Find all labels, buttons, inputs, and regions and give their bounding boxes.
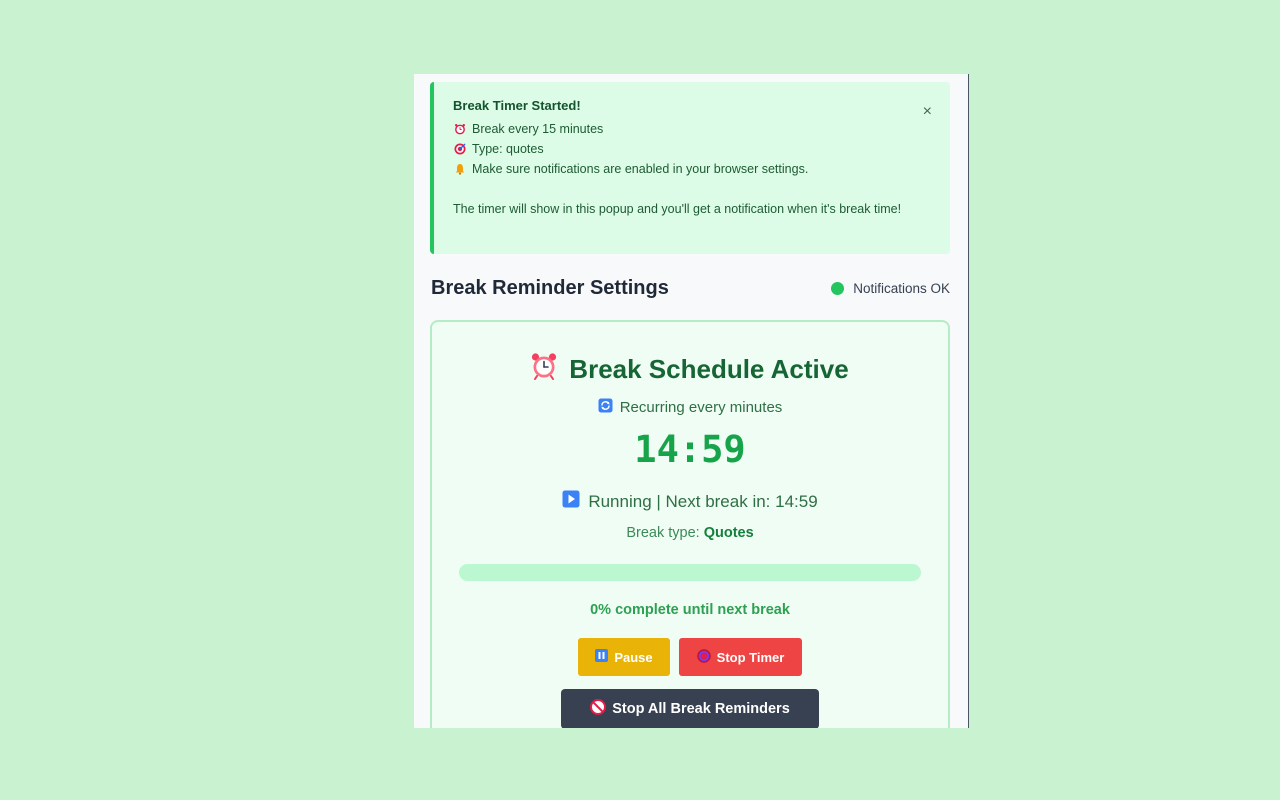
pause-label: Pause <box>614 649 653 665</box>
pause-icon <box>595 649 609 665</box>
schedule-title-text: Break Schedule Active <box>569 354 849 384</box>
extension-popup: Break Timer Started! Break every 15 minu… <box>414 74 969 728</box>
break-type-value: Quotes <box>703 525 754 541</box>
timer-controls: Pause Stop Timer <box>432 638 948 676</box>
close-icon[interactable]: × <box>923 104 932 120</box>
notification-status-text: Notifications OK <box>853 280 950 296</box>
recurring-text: Recurring every minutes <box>619 399 783 416</box>
alert-line-interval: Break every 15 minutes <box>453 119 930 139</box>
pause-button[interactable]: Pause <box>578 638 670 676</box>
alert-note: The timer will show in this popup and yo… <box>453 202 902 216</box>
alert-line-text: Type: quotes <box>472 142 544 156</box>
stop-all-label: Stop All Break Reminders <box>612 701 790 717</box>
stop-circle-icon <box>696 648 711 666</box>
alert-line-type: Type: quotes <box>453 139 930 159</box>
settings-header: Break Reminder Settings Notifications OK <box>431 276 950 300</box>
status-dot-icon <box>831 281 845 295</box>
bell-icon <box>453 163 466 176</box>
alert-line-text: Break every 15 minutes <box>472 122 604 136</box>
alarm-clock-icon <box>453 123 466 136</box>
timer-status-text: Running | Next break in: 14:59 <box>588 491 818 511</box>
stop-timer-button[interactable]: Stop Timer <box>679 638 802 676</box>
break-type: Break type: Quotes <box>432 525 948 541</box>
notification-status: Notifications OK <box>831 281 950 296</box>
stop-timer-label: Stop Timer <box>716 649 785 665</box>
alert-line-notifications: Make sure notifications are enabled in y… <box>453 159 930 179</box>
page-title: Break Reminder Settings <box>431 276 669 299</box>
progress-text: 0% complete until next break <box>590 602 790 618</box>
repeat-icon <box>598 398 613 417</box>
timer-started-alert: Break Timer Started! Break every 15 minu… <box>430 82 950 254</box>
recurring-info: Recurring every minutes <box>432 398 948 417</box>
timer-status: Running | Next break in: 14:59 <box>432 490 948 513</box>
countdown-display: 14:59 <box>634 428 746 471</box>
schedule-title: Break Schedule Active <box>432 352 948 387</box>
target-icon <box>453 143 466 156</box>
prohibited-icon <box>590 699 607 719</box>
break-type-label: Break type: <box>626 525 700 541</box>
stop-all-reminders-button[interactable]: Stop All Break Reminders <box>561 689 819 728</box>
play-icon <box>562 490 580 513</box>
alert-line-text: Make sure notifications are enabled in y… <box>472 162 809 176</box>
break-schedule-card: Break Schedule Active Recurring every mi… <box>430 320 950 728</box>
alert-title: Break Timer Started! <box>453 98 581 113</box>
alarm-clock-icon <box>531 352 557 387</box>
progress-bar <box>459 564 921 581</box>
